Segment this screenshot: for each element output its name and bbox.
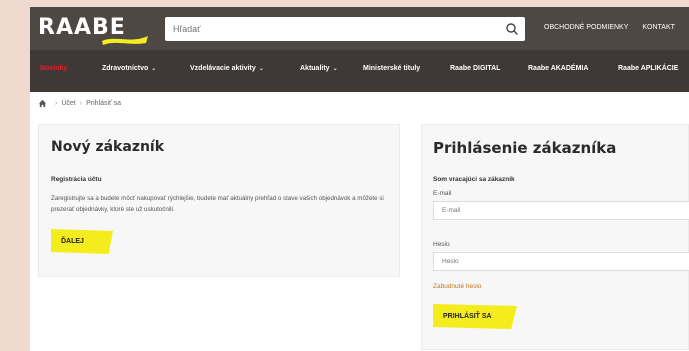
nav-item-raabe-digital[interactable]: Raabe DIGITAL (450, 65, 500, 72)
nav-item-aktuality[interactable]: Aktuality ⌄ (300, 65, 338, 72)
chevron-down-icon: ⌄ (151, 66, 157, 72)
password-field[interactable] (433, 252, 689, 271)
nav-item-zdravotnictvo[interactable]: Zdravotníctvo ⌄ (102, 65, 156, 72)
registration-subtitle: Registrácia účtu (51, 176, 102, 183)
forgot-password-link[interactable]: Zabudnuté heslo (433, 283, 481, 290)
login-button[interactable]: PRIHLÁSIŤ SA (433, 304, 517, 329)
search-bar (165, 17, 525, 41)
continue-button[interactable]: ĎALEJ (51, 229, 113, 254)
login-card: Prihlásenie zákazníka Som vracajúci sa z… (421, 124, 689, 350)
contact-link[interactable]: KONTAKT (642, 24, 675, 31)
breadcrumb-separator: › (79, 100, 83, 107)
breadcrumb-item-account[interactable]: Účet (61, 100, 75, 107)
nav-item-novinky[interactable]: Novinky (40, 65, 67, 72)
search-input[interactable] (165, 17, 495, 41)
new-customer-card: Nový zákazník Registrácia účtu Zaregistr… (38, 124, 400, 277)
chevron-down-icon: ⌄ (332, 66, 338, 72)
top-links: OBCHODNÉ PODMIENKY KONTAKT (544, 24, 687, 31)
breadcrumb-item-login: Prihlásiť sa (86, 100, 122, 107)
search-icon[interactable] (505, 22, 519, 36)
email-label: E-mail (433, 190, 452, 197)
terms-link[interactable]: OBCHODNÉ PODMIENKY (544, 24, 628, 31)
breadcrumb-separator: › (55, 100, 58, 107)
logo-swoosh-icon (102, 36, 148, 45)
page: RAABE OBCHODNÉ PODMIENKY KONTAKT Novinky… (30, 7, 689, 351)
returning-customer-subtitle: Som vracajúci sa zákazník (433, 176, 515, 183)
chevron-down-icon: ⌄ (258, 66, 264, 72)
password-label: Heslo (433, 241, 450, 248)
nav-item-raabe-akademia[interactable]: Raabe AKADÉMIA (528, 65, 588, 72)
home-icon[interactable] (38, 99, 47, 108)
registration-description: Zaregistrujte sa a budete môcť nakupovať… (51, 195, 384, 213)
raabe-logo[interactable]: RAABE (38, 13, 148, 47)
new-customer-title: Nový zákazník (51, 139, 165, 155)
nav-item-raabe-aplikacie[interactable]: Raabe APLIKÁCIE (618, 65, 678, 72)
email-field[interactable] (433, 201, 689, 220)
login-title: Prihlásenie zákazníka (433, 139, 617, 157)
site-header: RAABE OBCHODNÉ PODMIENKY KONTAKT (30, 7, 689, 50)
breadcrumb: › Účet › Prihlásiť sa (38, 99, 121, 108)
main-nav: Novinky Zdravotníctvo ⌄ Vzdelávacie aktiv… (30, 50, 689, 92)
nav-item-ministerske-tituly[interactable]: Ministerské tituly (363, 65, 420, 72)
nav-item-vzdelavacie-aktivity[interactable]: Vzdelávacie aktivity ⌄ (190, 65, 264, 72)
